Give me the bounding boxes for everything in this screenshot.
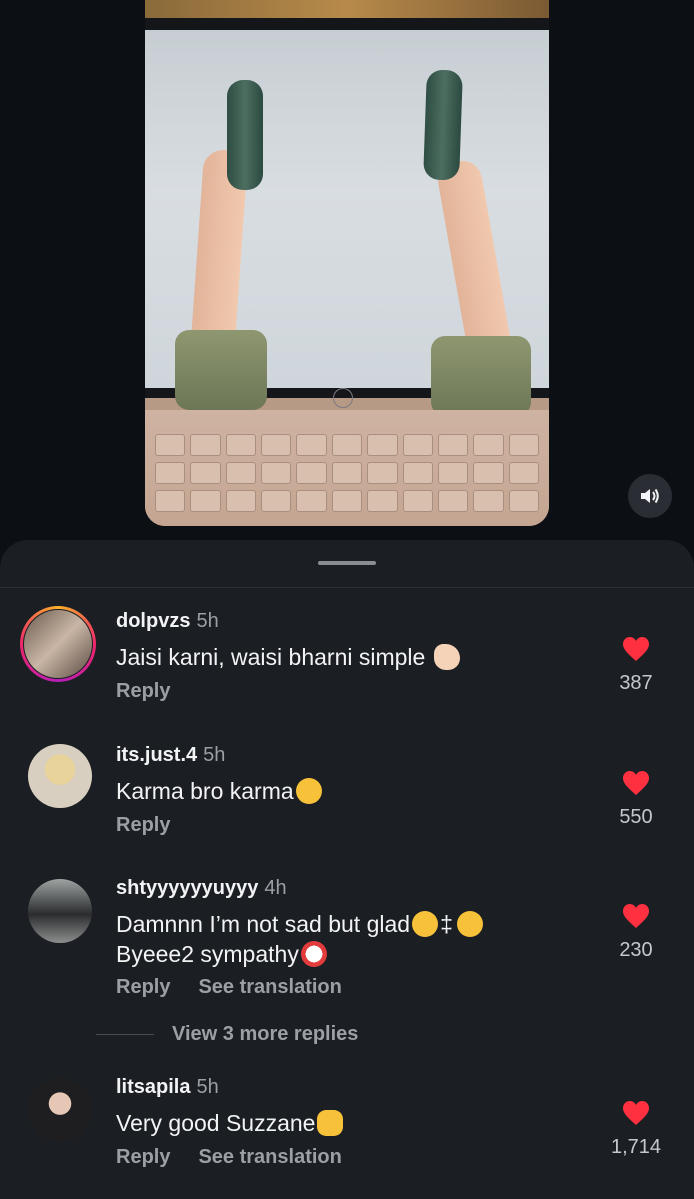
comment-header: shtyyyyyyuyyy 4h (116, 877, 287, 900)
left-sleeve (175, 330, 267, 410)
smile-emoji-icon (412, 911, 439, 937)
laughing-tears-emoji-icon (295, 778, 322, 804)
sheet-divider (0, 587, 694, 588)
comment-body: Jaisi karni, waisi bharni simple (116, 644, 426, 670)
comment-text: Karma bro karma (116, 776, 322, 806)
see-translation-button[interactable]: See translation (198, 976, 341, 998)
reply-button[interactable]: Reply (116, 680, 170, 702)
comment-time: 5h (196, 610, 219, 632)
laptop-keyboard (145, 410, 549, 526)
heart-icon (623, 904, 649, 928)
like-count: 550 (619, 806, 653, 828)
comment-text: Damnnn I’m not sad but glad ‡ Byeee2 symp… (116, 909, 483, 969)
comment-actions: Reply See translation (116, 1146, 342, 1169)
comment-time: 5h (203, 744, 226, 766)
like-button[interactable]: 387 (606, 636, 666, 695)
comment-header: its.just.4 5h (116, 744, 225, 767)
clapping-hands-emoji-icon (317, 1110, 344, 1136)
comment-time: 5h (196, 1076, 219, 1098)
see-translation-button[interactable]: See translation (198, 1146, 341, 1168)
hp-logo-icon (333, 388, 353, 408)
reply-button[interactable]: Reply (116, 976, 170, 998)
comment-body-line2: Byeee2 sympathy (116, 941, 299, 967)
comments-sheet: dolpvzs 5h Jaisi karni, waisi bharni simp… (0, 540, 694, 1199)
username[interactable]: dolpvzs (116, 610, 190, 632)
heart-icon (623, 1101, 649, 1125)
avatar[interactable] (28, 879, 92, 943)
view-more-replies-label: View 3 more replies (172, 1023, 359, 1045)
right-sleeve (431, 336, 531, 416)
clown-emoji-icon (300, 941, 327, 967)
left-bottle (227, 80, 263, 190)
comment-body: Karma bro karma (116, 778, 294, 804)
username[interactable]: its.just.4 (116, 744, 197, 766)
comment-header: litsapila 5h (116, 1076, 219, 1099)
username[interactable]: litsapila (116, 1076, 190, 1098)
like-count: 387 (619, 672, 653, 694)
right-bottle (423, 69, 463, 181)
laughing-tears-emoji-icon (456, 911, 483, 937)
reply-button[interactable]: Reply (116, 1146, 170, 1168)
view-more-replies-button[interactable]: View 3 more replies (96, 1023, 358, 1046)
laptop-screen (145, 30, 549, 416)
like-count: 1,714 (610, 1136, 662, 1158)
video-player[interactable] (145, 0, 549, 526)
like-button[interactable]: 550 (606, 770, 666, 829)
avatar[interactable] (28, 744, 92, 808)
comment-body: Very good Suzzane (116, 1110, 316, 1136)
comment-time: 4h (264, 877, 287, 899)
comment-actions: Reply See translation (116, 976, 342, 999)
comment-actions: Reply (116, 814, 170, 837)
heart-icon (623, 637, 649, 661)
swap-arrows-icon: ‡ (440, 911, 453, 937)
username[interactable]: shtyyyyyyuyyy (116, 877, 258, 899)
comment-actions: Reply (116, 680, 170, 703)
comment-body-line1: Damnnn I’m not sad but glad (116, 911, 411, 937)
like-button[interactable]: 1,714 (606, 1100, 666, 1159)
video-area (0, 0, 694, 560)
speaker-icon (641, 488, 659, 504)
ok-hand-emoji-icon (433, 644, 460, 670)
like-button[interactable]: 230 (606, 903, 666, 962)
heart-icon (623, 771, 649, 795)
volume-button[interactable] (628, 474, 672, 518)
avatar[interactable] (24, 610, 92, 678)
comment-header: dolpvzs 5h (116, 610, 219, 633)
comment-text: Jaisi karni, waisi bharni simple (116, 642, 460, 672)
like-count: 230 (619, 939, 653, 961)
avatar[interactable] (28, 1078, 92, 1142)
comment-text: Very good Suzzane (116, 1108, 344, 1138)
reply-button[interactable]: Reply (116, 814, 170, 836)
replies-divider-line (96, 1034, 154, 1035)
drag-handle[interactable] (318, 561, 376, 565)
